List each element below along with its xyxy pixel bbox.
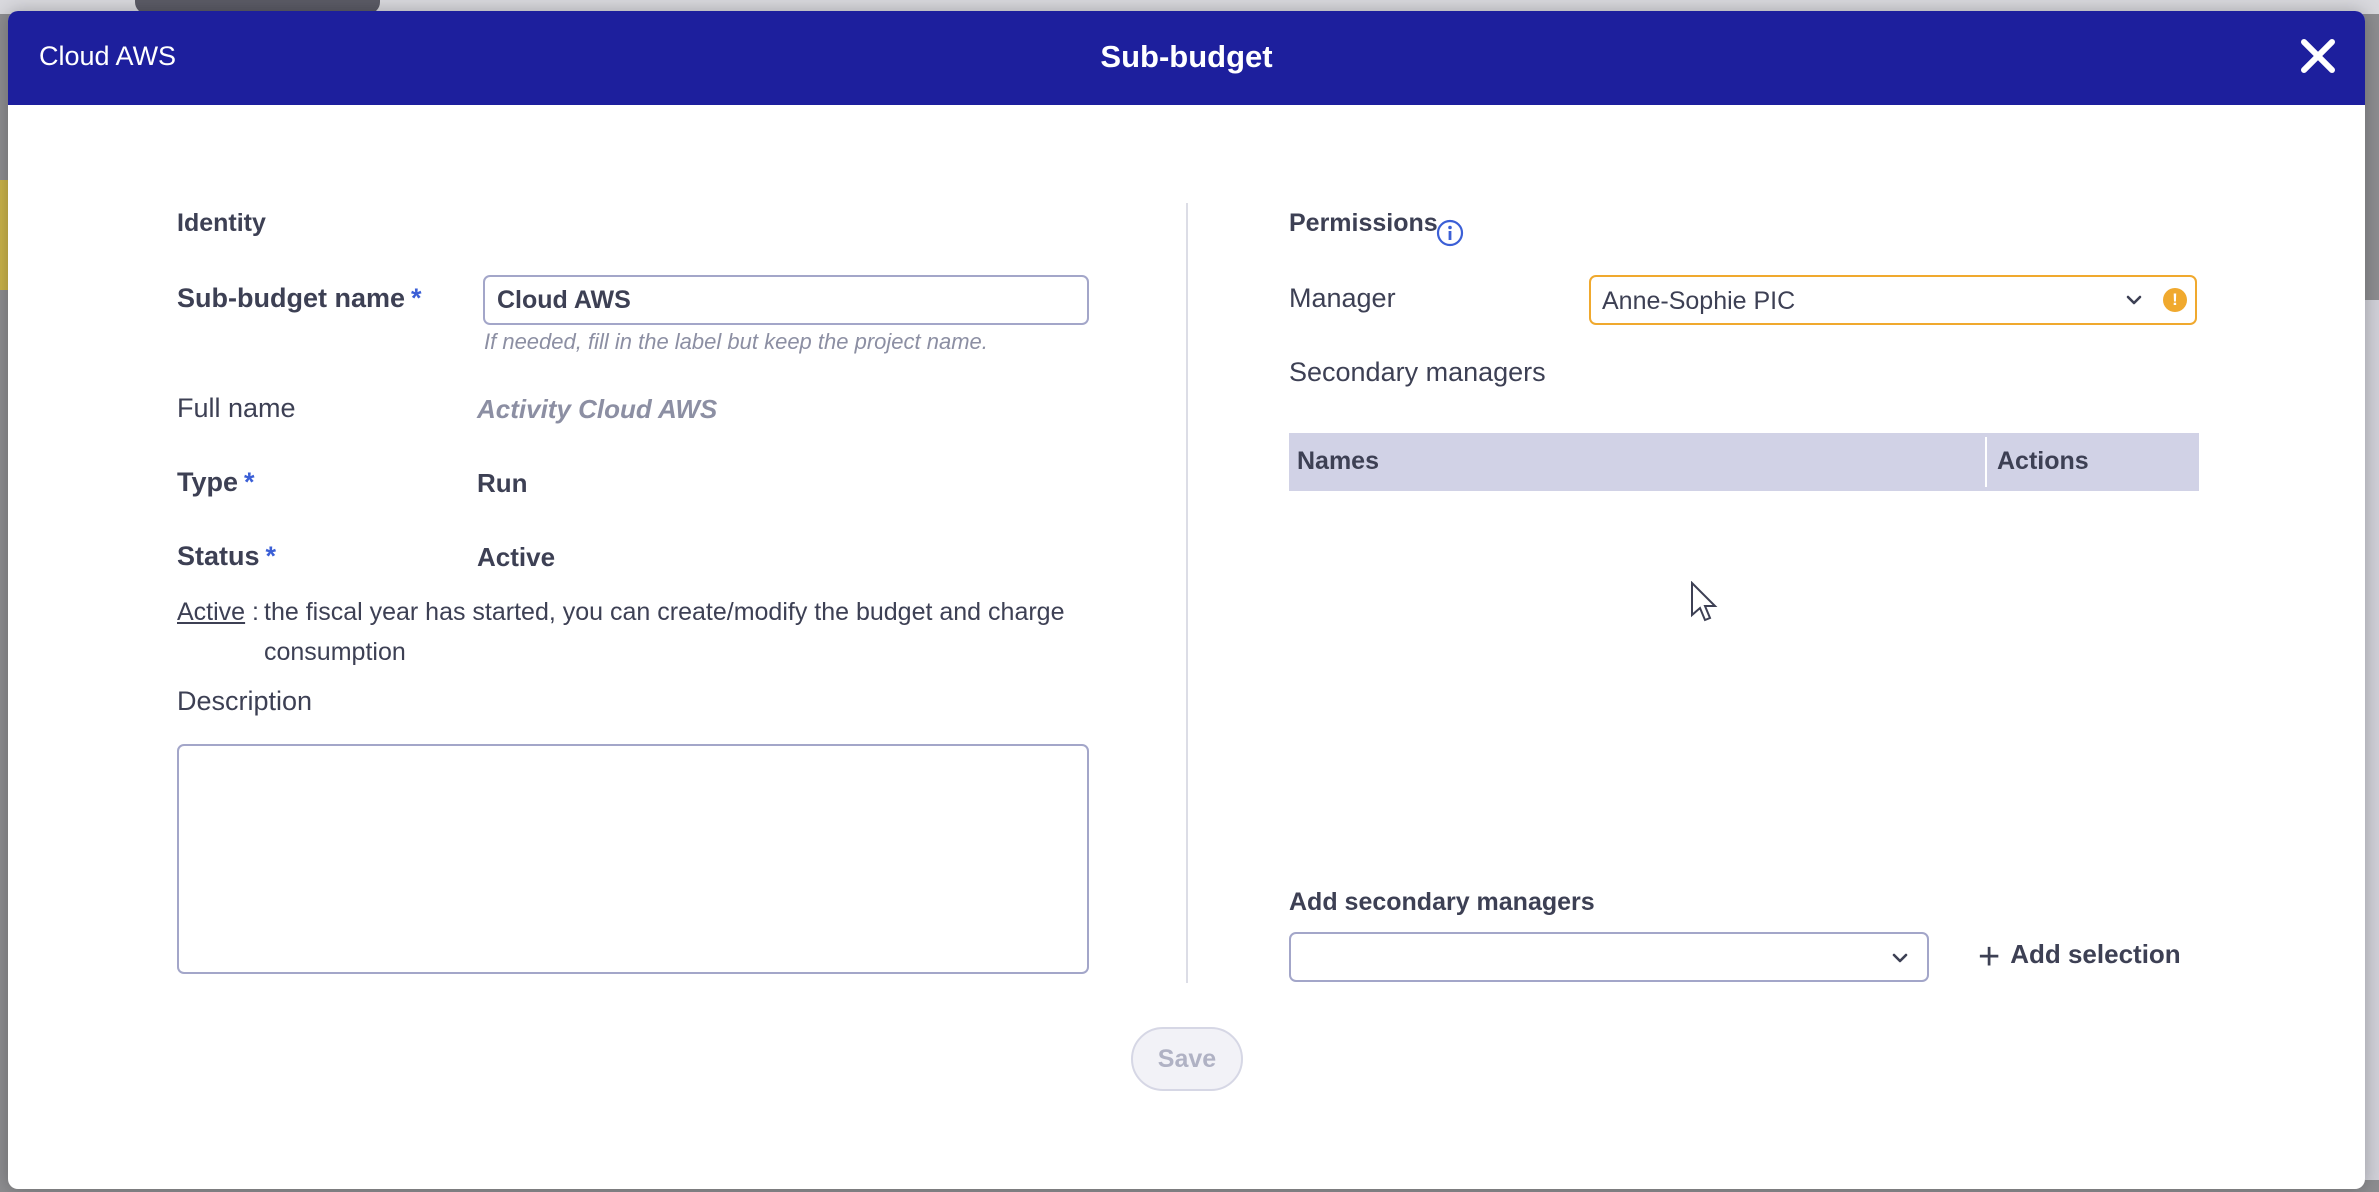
status-term-text: Active bbox=[177, 598, 246, 626]
add-secondary-managers-label: Add secondary managers bbox=[1289, 888, 1595, 916]
status-term: Active : bbox=[177, 592, 259, 632]
plus-icon: + bbox=[1978, 936, 2001, 978]
sub-budget-name-label: Sub-budget name * bbox=[177, 283, 422, 314]
type-label-text: Type bbox=[177, 467, 239, 497]
status-description-line1: the fiscal year has started, you can cre… bbox=[264, 598, 1065, 626]
status-term-colon: : bbox=[245, 598, 259, 626]
required-mark: * bbox=[244, 467, 255, 497]
identity-section-title: Identity bbox=[177, 209, 266, 237]
required-mark: * bbox=[265, 541, 277, 571]
column-separator bbox=[1985, 437, 1987, 487]
status-description-line2: consumption bbox=[264, 638, 406, 666]
add-secondary-managers-select[interactable] bbox=[1289, 932, 1929, 982]
sub-budget-name-label-text: Sub-budget name bbox=[177, 283, 405, 313]
status-value: Active bbox=[477, 542, 556, 572]
secondary-managers-label: Secondary managers bbox=[1289, 357, 1546, 387]
status-label: Status * bbox=[177, 541, 276, 572]
description-label: Description bbox=[177, 686, 313, 716]
info-icon[interactable] bbox=[1436, 219, 1464, 247]
manager-label: Manager bbox=[1289, 283, 1396, 313]
chevron-down-icon bbox=[1892, 953, 1908, 963]
description-textarea[interactable] bbox=[177, 744, 1089, 974]
chevron-down-icon bbox=[2126, 295, 2142, 305]
add-selection-label: Add selection bbox=[2010, 939, 2181, 969]
background-app-edge bbox=[2365, 300, 2379, 1180]
status-label-text: Status bbox=[177, 541, 260, 571]
mouse-cursor-icon bbox=[1691, 581, 1718, 622]
column-header-actions: Actions bbox=[1997, 447, 2089, 475]
sub-budget-name-input[interactable] bbox=[483, 275, 1089, 325]
type-value: Run bbox=[477, 468, 528, 498]
save-button[interactable]: Save bbox=[1131, 1027, 1243, 1091]
secondary-managers-table-body bbox=[1289, 491, 2199, 851]
close-button[interactable] bbox=[2293, 31, 2343, 81]
modal-header: Cloud AWS Sub-budget bbox=[8, 11, 2365, 105]
section-divider bbox=[1186, 203, 1188, 983]
permissions-section-title: Permissions bbox=[1289, 209, 1438, 237]
full-name-label: Full name bbox=[177, 393, 296, 423]
manager-selected-value: Anne-Sophie PIC bbox=[1602, 287, 1796, 315]
column-header-names[interactable]: Names bbox=[1297, 447, 1379, 476]
background-accent bbox=[0, 180, 8, 290]
type-label: Type * bbox=[177, 467, 255, 498]
status-description: the fiscal year has started, you can cre… bbox=[264, 592, 1094, 672]
close-icon bbox=[2301, 39, 2335, 73]
modal-title: Sub-budget bbox=[1100, 39, 1273, 74]
warning-icon: ! bbox=[2163, 288, 2187, 312]
required-mark: * bbox=[411, 283, 422, 313]
secondary-managers-table-header: Names Actions bbox=[1289, 433, 2199, 491]
add-selection-button[interactable]: + Add selection bbox=[1978, 936, 2181, 979]
full-name-value: Activity Cloud AWS bbox=[477, 394, 718, 424]
sub-budget-modal: Cloud AWS Sub-budget Identity Sub-budget… bbox=[8, 11, 2365, 1189]
manager-select[interactable]: Anne-Sophie PIC ! bbox=[1589, 275, 2197, 325]
sub-budget-name-hint: If needed, fill in the label but keep th… bbox=[484, 329, 988, 354]
